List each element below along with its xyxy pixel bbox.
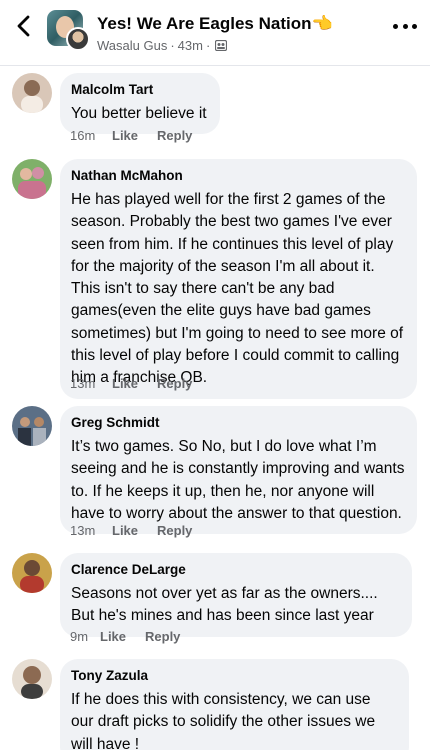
chevron-left-icon — [17, 15, 30, 37]
meta-separator: · — [170, 38, 175, 53]
comment-actions: 13m Like Reply — [70, 376, 192, 391]
comment-author[interactable]: Malcolm Tart — [71, 81, 208, 99]
comment-actions: 9m Like Reply — [70, 629, 180, 644]
reply-button[interactable]: Reply — [145, 629, 180, 644]
group-title[interactable]: Yes! We Are Eagles Nation👈 — [97, 14, 333, 34]
back-button[interactable] — [12, 14, 36, 38]
comment-bubble: Clarence DeLarge Seasons not over yet as… — [60, 553, 412, 637]
comment-text: If he does this with consistency, we can… — [71, 691, 376, 750]
comment-text: Seasons not over yet as far as the owner… — [71, 585, 378, 625]
post-time[interactable]: 43m — [178, 38, 203, 53]
comment-time[interactable]: 16m — [70, 128, 112, 143]
avatar[interactable] — [12, 406, 52, 446]
meta-separator: · — [205, 38, 211, 53]
post-meta: Wasalu Gus · 43m · — [97, 38, 228, 53]
comment-author[interactable]: Nathan McMahon — [71, 167, 405, 185]
comment-time[interactable]: 13m — [70, 523, 112, 538]
comment-bubble: Tony Zazula If he does this with consist… — [60, 659, 409, 750]
comment-actions: 13m Like Reply — [70, 523, 192, 538]
group-members-icon — [215, 40, 228, 51]
comment-text: You better believe it — [71, 105, 207, 122]
comment-bubble: Greg Schmidt It’s two games. So No, but … — [60, 406, 417, 535]
avatar[interactable] — [12, 659, 52, 699]
more-dots-icon — [393, 23, 398, 29]
comment-author[interactable]: Clarence DeLarge — [71, 561, 400, 579]
avatar[interactable] — [12, 73, 52, 113]
avatar[interactable] — [12, 159, 52, 199]
more-options-button[interactable] — [393, 18, 417, 34]
post-header: Yes! We Are Eagles Nation👈 Wasalu Gus · … — [0, 0, 430, 66]
reply-button[interactable]: Reply — [157, 523, 192, 538]
comment-author[interactable]: Tony Zazula — [71, 667, 397, 685]
author-avatar[interactable] — [66, 27, 90, 51]
avatar[interactable] — [12, 553, 52, 593]
reply-button[interactable]: Reply — [157, 128, 192, 143]
comment-time[interactable]: 9m — [70, 629, 100, 644]
comment-actions: 16m Like Reply — [70, 128, 192, 143]
comment-bubble: Nathan McMahon He has played well for th… — [60, 159, 417, 399]
like-button[interactable]: Like — [100, 629, 126, 644]
reply-button[interactable]: Reply — [157, 376, 192, 391]
author-name[interactable]: Wasalu Gus — [97, 38, 167, 53]
comment-bubble: Malcolm Tart You better believe it — [60, 73, 220, 135]
comment-time[interactable]: 13m — [70, 376, 112, 391]
comment-author[interactable]: Greg Schmidt — [71, 414, 405, 432]
like-button[interactable]: Like — [112, 128, 138, 143]
comment-text: He has played well for the first 2 games… — [71, 191, 404, 387]
like-button[interactable]: Like — [112, 523, 138, 538]
like-button[interactable]: Like — [112, 376, 138, 391]
comment-text: It’s two games. So No, but I do love wha… — [71, 438, 405, 522]
